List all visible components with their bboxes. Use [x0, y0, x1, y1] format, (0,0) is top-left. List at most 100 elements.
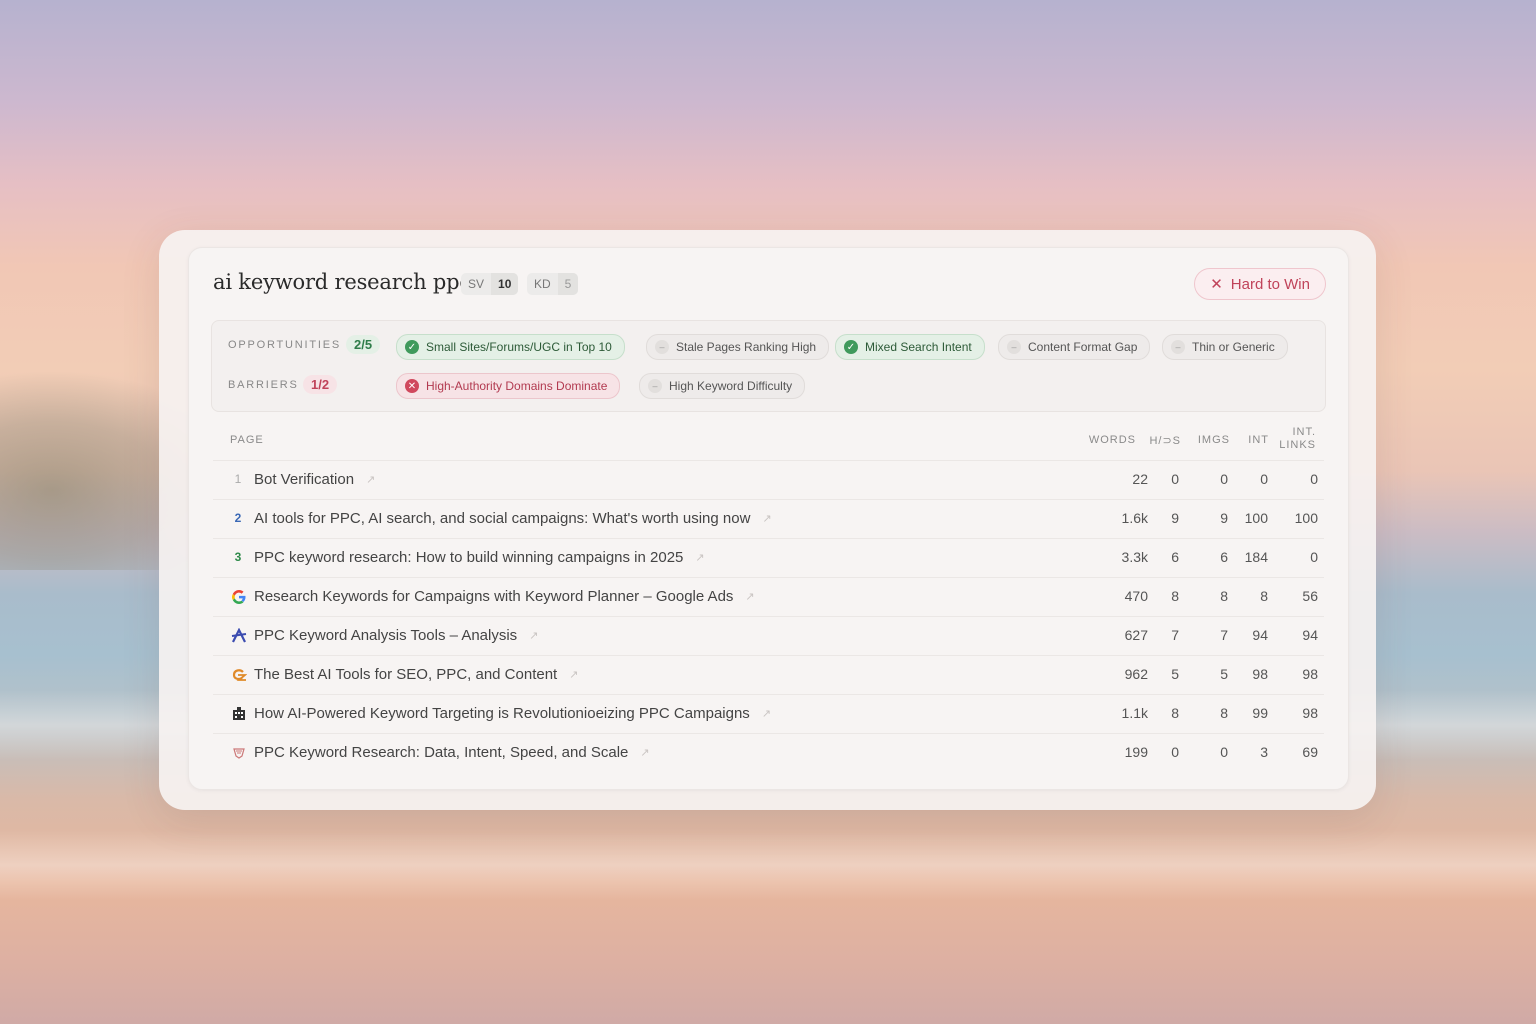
dash-icon: –: [648, 379, 662, 393]
int-links-value: 98: [1302, 666, 1318, 682]
external-link-icon[interactable]: ↗: [695, 551, 704, 564]
words-value: 1.1k: [1121, 705, 1148, 721]
external-link-icon[interactable]: ↗: [762, 512, 771, 525]
words-value: 962: [1124, 666, 1148, 682]
images-value: 0: [1220, 471, 1228, 487]
page-title-link[interactable]: The Best AI Tools for SEO, PPC, and Cont…: [254, 666, 578, 683]
page-title-link[interactable]: PPC keyword research: How to build winni…: [254, 549, 705, 566]
external-link-icon[interactable]: ↗: [529, 629, 538, 642]
x-icon: ✕: [405, 379, 419, 393]
row-title: The Best AI Tools for SEO, PPC, and Cont…: [254, 666, 558, 683]
chip-label: Small Sites/Forums/UGC in Top 10: [426, 340, 612, 354]
table-row[interactable]: 2 AI tools for PPC, AI search, and socia…: [213, 499, 1324, 538]
col-words: WORDS: [1088, 434, 1136, 446]
external-link-icon[interactable]: ↗: [640, 746, 649, 759]
page-title-link[interactable]: Research Keywords for Campaigns with Key…: [254, 588, 755, 605]
dash-icon: –: [1007, 340, 1021, 354]
shield-logo-icon: [231, 745, 247, 761]
images-value: 8: [1220, 705, 1228, 721]
col-headings: H/⊃S: [1149, 435, 1181, 447]
int-links-value: 69: [1302, 744, 1318, 760]
headings-value: 8: [1171, 588, 1179, 604]
dash-icon: –: [1171, 340, 1185, 354]
verdict-label: Hard to Win: [1230, 275, 1310, 293]
row-title: PPC keyword research: How to build winni…: [254, 549, 684, 566]
check-icon: ✓: [844, 340, 858, 354]
int-links-value: 56: [1302, 588, 1318, 604]
table-row[interactable]: Research Keywords for Campaigns with Key…: [213, 577, 1324, 616]
headings-value: 5: [1171, 666, 1179, 682]
headings-value: 6: [1171, 549, 1179, 565]
table-row[interactable]: The Best AI Tools for SEO, PPC, and Cont…: [213, 655, 1324, 694]
int-links-value: 0: [1310, 471, 1318, 487]
words-value: 199: [1124, 744, 1148, 760]
int-value: 98: [1252, 666, 1268, 682]
images-value: 6: [1220, 549, 1228, 565]
col-int: INT: [1248, 434, 1269, 446]
row-title: How AI-Powered Keyword Targeting is Revo…: [254, 705, 750, 722]
page-title-link[interactable]: AI tools for PPC, AI search, and social …: [254, 510, 772, 527]
hard-to-win-badge[interactable]: ✕ Hard to Win: [1194, 268, 1326, 300]
chip-stale-pages[interactable]: – Stale Pages Ranking High: [646, 334, 830, 360]
col-int-links-1: INT.: [1292, 426, 1316, 438]
headings-value: 0: [1171, 471, 1179, 487]
search-volume-metric: SV 10: [461, 273, 519, 295]
words-value: 470: [1124, 588, 1148, 604]
int-links-value: 98: [1302, 705, 1318, 721]
external-link-icon[interactable]: ↗: [569, 668, 578, 681]
page-title-link[interactable]: PPC Keyword Analysis Tools – Analysis ↗: [254, 627, 538, 644]
col-images: IMGS: [1197, 434, 1230, 446]
table-row[interactable]: PPC Keyword Analysis Tools – Analysis ↗ 6…: [213, 616, 1324, 655]
chip-label: Thin or Generic: [1192, 340, 1275, 354]
headings-value: 7: [1171, 627, 1179, 643]
chip-small-sites[interactable]: ✓ Small Sites/Forums/UGC in Top 10: [396, 334, 625, 360]
analysis-logo-icon: [231, 627, 247, 644]
col-int-links-2: LINKS: [1279, 439, 1316, 451]
int-links-value: 0: [1310, 549, 1318, 565]
table-row[interactable]: 1 Bot Verification ↗ 22 0 0 0 0: [213, 460, 1324, 499]
words-value: 1.6k: [1121, 510, 1148, 526]
chip-thin-generic[interactable]: – Thin or Generic: [1162, 334, 1288, 360]
chip-high-authority[interactable]: ✕ High-Authority Domains Dominate: [396, 373, 621, 399]
images-value: 9: [1220, 510, 1228, 526]
building-logo-icon: [231, 706, 247, 722]
external-link-icon[interactable]: ↗: [745, 590, 754, 603]
int-value: 94: [1252, 627, 1268, 643]
keyword-difficulty-metric: KD 5: [527, 273, 579, 295]
int-value: 184: [1244, 549, 1268, 565]
rank: 1: [234, 472, 242, 486]
page-title-link[interactable]: Bot Verification ↗: [254, 471, 375, 488]
barriers-count: 1/2: [303, 375, 338, 394]
kd-value: 5: [557, 273, 579, 295]
col-page: PAGE: [230, 434, 264, 446]
page-title-link[interactable]: PPC Keyword Research: Data, Intent, Spee…: [254, 744, 650, 761]
dash-icon: –: [655, 340, 669, 354]
chip-high-kd[interactable]: – High Keyword Difficulty: [639, 373, 806, 399]
chip-content-format-gap[interactable]: – Content Format Gap: [998, 334, 1151, 360]
close-icon: ✕: [1210, 276, 1223, 293]
int-value: 100: [1244, 510, 1268, 526]
table-row[interactable]: PPC Keyword Research: Data, Intent, Spee…: [213, 733, 1324, 772]
row-title: PPC Keyword Research: Data, Intent, Spee…: [254, 744, 629, 761]
headings-value: 9: [1171, 510, 1179, 526]
table-row[interactable]: 3 PPC keyword research: How to build win…: [213, 538, 1324, 577]
int-links-value: 94: [1302, 627, 1318, 643]
chip-label: High-Authority Domains Dominate: [426, 379, 608, 393]
sv-label: SV: [468, 277, 485, 291]
external-link-icon[interactable]: ↗: [762, 707, 771, 720]
int-value: 99: [1252, 705, 1268, 721]
chip-label: High Keyword Difficulty: [669, 379, 793, 393]
google-icon: [231, 589, 247, 605]
int-value: 8: [1260, 588, 1268, 604]
signals-panel: OPPORTUNITIES 2/5 ✓ Small Sites/Forums/U…: [211, 320, 1326, 412]
rank: 3: [234, 550, 242, 564]
chip-mixed-intent[interactable]: ✓ Mixed Search Intent: [835, 334, 985, 360]
rank: 2: [234, 511, 242, 525]
page-title-link[interactable]: How AI-Powered Keyword Targeting is Revo…: [254, 705, 771, 722]
external-link-icon[interactable]: ↗: [366, 473, 375, 486]
headings-value: 8: [1171, 705, 1179, 721]
barriers-label: BARRIERS: [228, 379, 299, 391]
chip-label: Stale Pages Ranking High: [676, 340, 817, 354]
words-value: 22: [1132, 471, 1148, 487]
table-row[interactable]: How AI-Powered Keyword Targeting is Revo…: [213, 694, 1324, 733]
